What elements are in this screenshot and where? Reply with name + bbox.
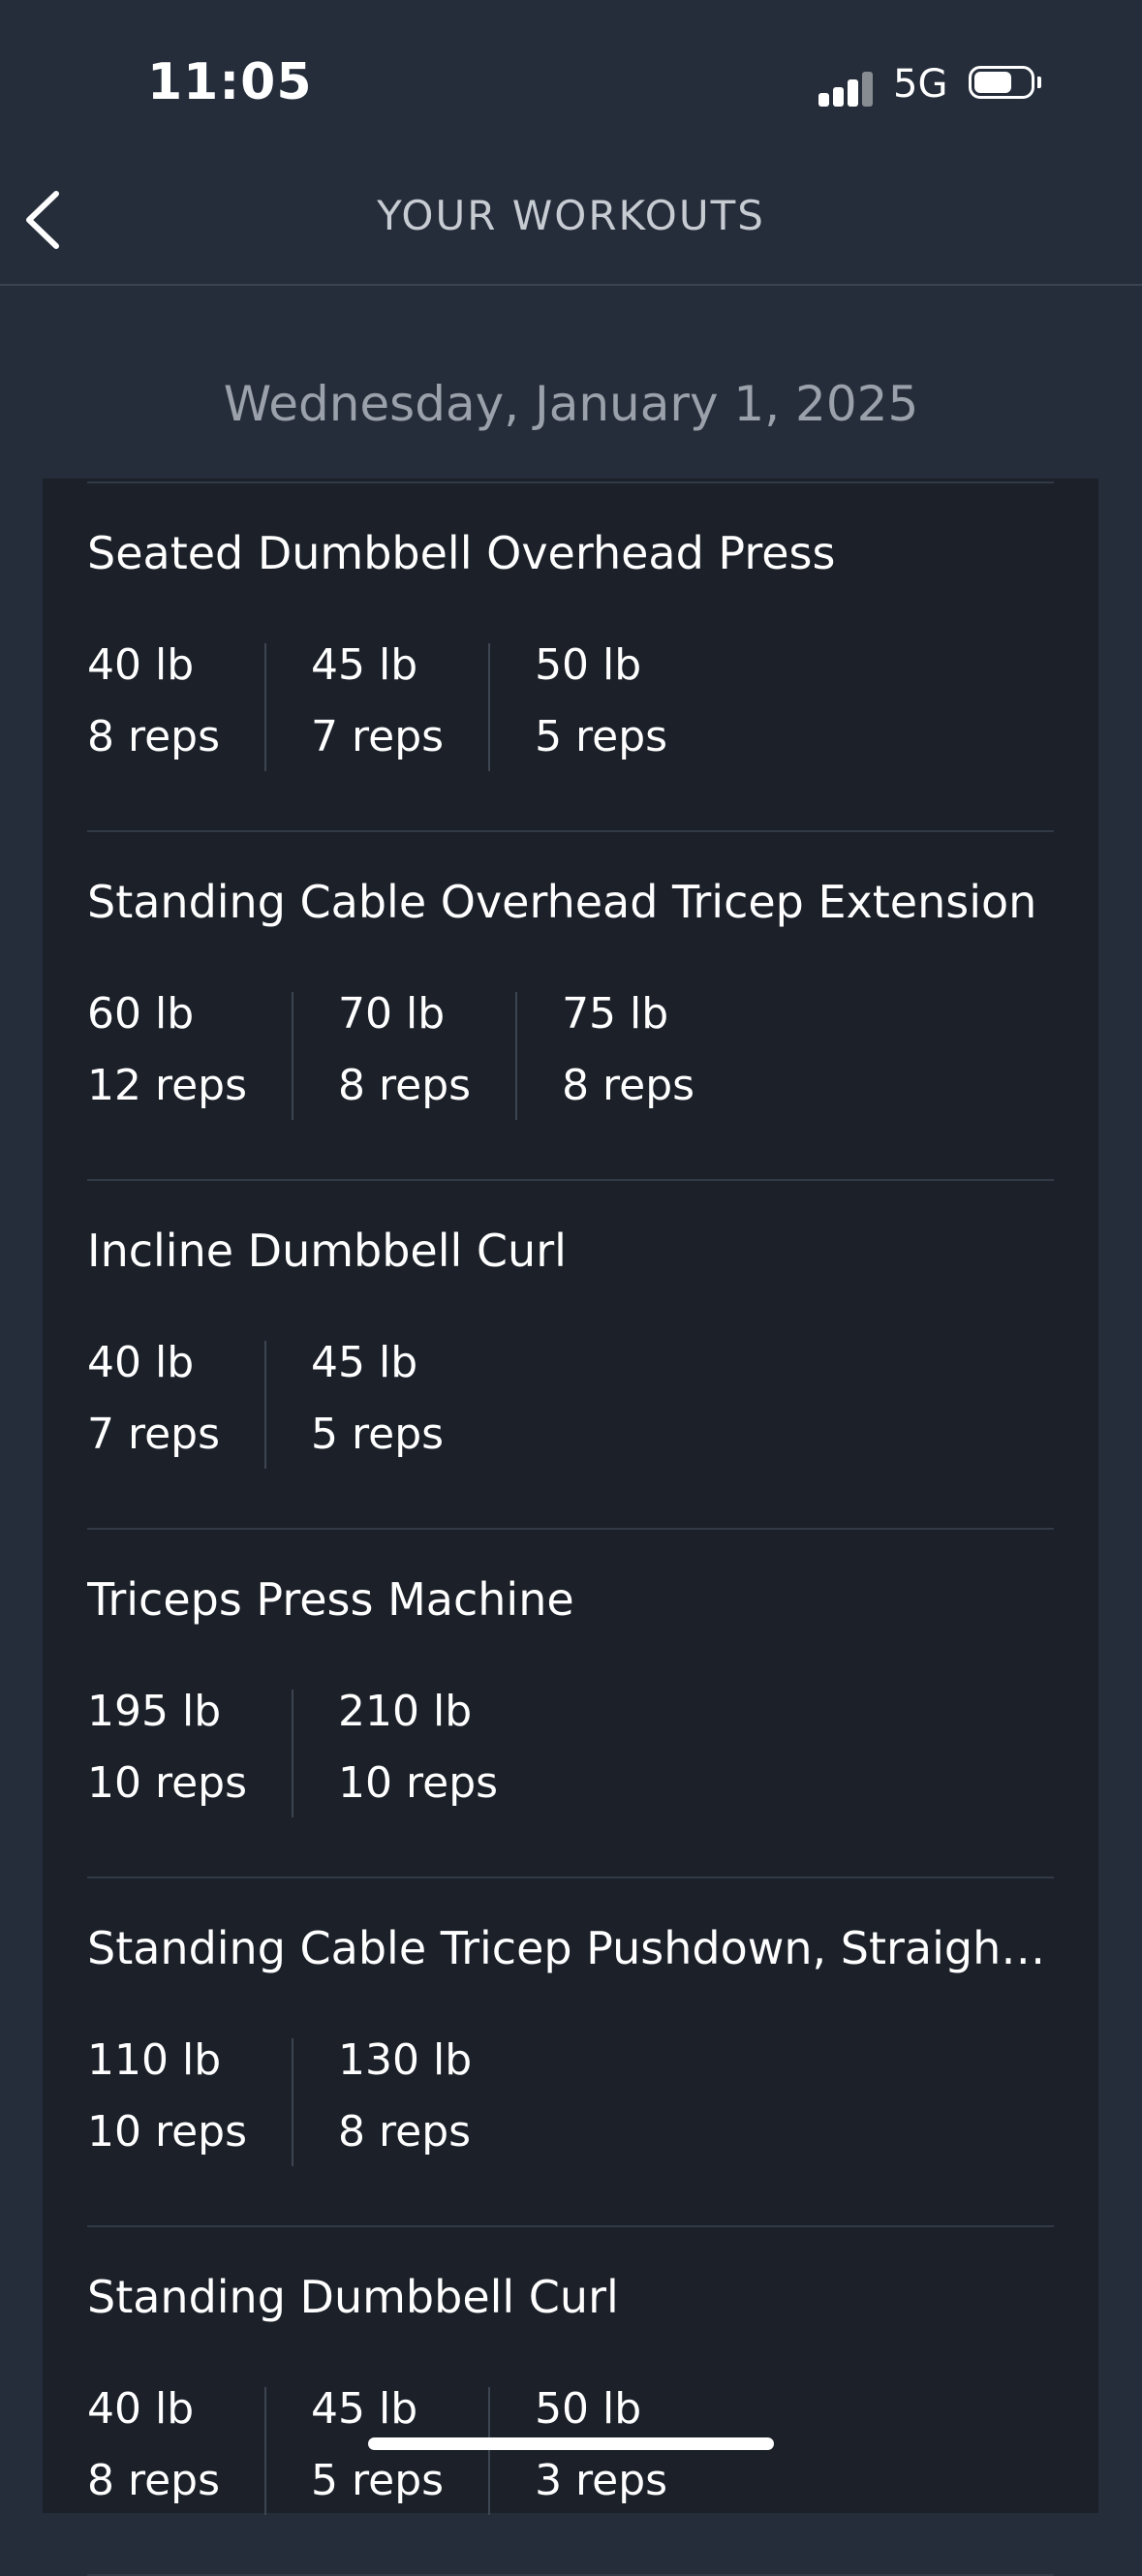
battery-icon	[969, 66, 1041, 103]
set-list: 40 lb 8 reps 45 lb 5 reps 50 lb 3 reps	[87, 2387, 712, 2515]
set-reps: 5 reps	[311, 2456, 445, 2505]
set-weight: 110 lb	[87, 2035, 222, 2085]
set-list: 110 lb 10 reps 130 lb 8 reps	[87, 2038, 516, 2166]
set-entry: 45 lb 5 reps	[264, 2387, 488, 2515]
set-weight: 45 lb	[311, 1338, 418, 1387]
set-reps: 5 reps	[535, 712, 668, 761]
workout-list: Seated Dumbbell Overhead Press 40 lb 8 rep…	[43, 479, 1098, 2576]
set-weight: 210 lb	[338, 1687, 473, 1736]
set-reps: 12 reps	[87, 1061, 248, 1110]
exercise-name: Standing Dumbbell Curl	[87, 2271, 619, 2323]
set-list: 40 lb 8 reps 45 lb 7 reps 50 lb 5 reps	[87, 643, 712, 771]
exercise-item[interactable]: Triceps Press Machine 195 lb 10 reps 210 lb…	[87, 1530, 1054, 1878]
set-reps: 8 reps	[338, 1061, 472, 1110]
exercise-name: Seated Dumbbell Overhead Press	[87, 527, 836, 579]
exercise-item[interactable]: Standing Cable Overhead Tricep Extension…	[87, 832, 1054, 1181]
set-entry: 210 lb 10 reps	[292, 1690, 542, 1817]
home-indicator[interactable]	[368, 2437, 774, 2450]
set-entry: 45 lb 7 reps	[264, 643, 488, 771]
set-reps: 8 reps	[562, 1061, 695, 1110]
exercise-item[interactable]: Standing Cable Tricep Pushdown, Straight…	[87, 1878, 1054, 2227]
set-entry: 70 lb 8 reps	[292, 992, 515, 1120]
nav-bar: YOUR WORKOUTS	[0, 165, 1142, 286]
set-reps: 8 reps	[87, 712, 221, 761]
set-weight: 40 lb	[87, 2384, 195, 2434]
status-time: 11:05	[147, 53, 313, 111]
set-entry: 40 lb 8 reps	[87, 2387, 264, 2515]
exercise-item[interactable]: Incline Dumbbell Curl 40 lb 7 reps 45 lb 5 r…	[87, 1181, 1054, 1530]
exercise-name: Standing Cable Overhead Tricep Extension	[87, 876, 1037, 928]
set-entry: 110 lb 10 reps	[87, 2038, 292, 2166]
set-reps: 10 reps	[338, 1758, 499, 1808]
set-entry: 50 lb 5 reps	[488, 643, 712, 771]
set-entry: 50 lb 3 reps	[488, 2387, 712, 2515]
set-entry: 130 lb 8 reps	[292, 2038, 516, 2166]
set-list: 195 lb 10 reps 210 lb 10 reps	[87, 1690, 542, 1817]
network-type: 5G	[893, 62, 948, 107]
set-reps: 3 reps	[535, 2456, 668, 2505]
exercise-name: Triceps Press Machine	[87, 1573, 574, 1626]
status-bar: 11:05 5G	[0, 0, 1142, 165]
set-reps: 7 reps	[87, 1410, 221, 1459]
set-weight: 130 lb	[338, 2035, 473, 2085]
exercise-item[interactable]: Standing Dumbbell Curl 40 lb 8 reps 45 lb 5 …	[87, 2227, 1054, 2576]
page-title: YOUR WORKOUTS	[377, 192, 765, 239]
exercise-item[interactable]: Seated Dumbbell Overhead Press 40 lb 8 rep…	[87, 483, 1054, 832]
set-reps: 5 reps	[311, 1410, 445, 1459]
set-weight: 40 lb	[87, 640, 195, 690]
set-entry: 45 lb 5 reps	[264, 1341, 488, 1469]
set-weight: 50 lb	[535, 640, 642, 690]
set-weight: 40 lb	[87, 1338, 195, 1387]
set-weight: 60 lb	[87, 989, 195, 1039]
set-list: 40 lb 7 reps 45 lb 5 reps	[87, 1341, 488, 1469]
set-entry: 40 lb 7 reps	[87, 1341, 264, 1469]
set-entry: 40 lb 8 reps	[87, 643, 264, 771]
set-entry: 195 lb 10 reps	[87, 1690, 292, 1817]
set-reps: 8 reps	[87, 2456, 221, 2505]
set-reps: 8 reps	[338, 2107, 472, 2157]
set-entry: 75 lb 8 reps	[515, 992, 739, 1120]
set-weight: 45 lb	[311, 640, 418, 690]
set-weight: 50 lb	[535, 2384, 642, 2434]
set-reps: 7 reps	[311, 712, 445, 761]
set-weight: 45 lb	[311, 2384, 418, 2434]
set-list: 60 lb 12 reps 70 lb 8 reps 75 lb 8 reps	[87, 992, 739, 1120]
exercise-name: Incline Dumbbell Curl	[87, 1225, 567, 1277]
set-weight: 195 lb	[87, 1687, 222, 1736]
set-reps: 10 reps	[87, 2107, 248, 2157]
set-reps: 10 reps	[87, 1758, 248, 1808]
set-weight: 75 lb	[562, 989, 669, 1039]
exercise-name: Standing Cable Tricep Pushdown, Straight…	[87, 1922, 1054, 1974]
workout-date: Wednesday, January 1, 2025	[223, 376, 919, 432]
set-weight: 70 lb	[338, 989, 446, 1039]
set-entry: 60 lb 12 reps	[87, 992, 292, 1120]
cellular-signal-icon	[818, 70, 877, 107]
